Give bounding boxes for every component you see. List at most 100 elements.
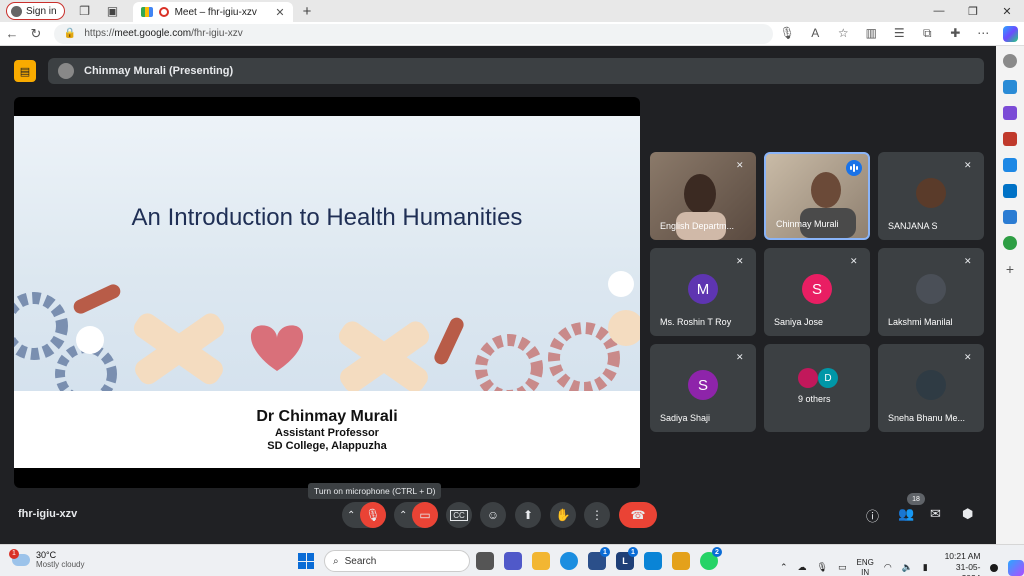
- favorites-icon[interactable]: ☰: [885, 26, 913, 41]
- others-tile[interactable]: D 9 others: [764, 344, 870, 432]
- onedrive-icon[interactable]: ☁: [798, 562, 807, 573]
- participant-name: Ms. Roshin T Roy: [660, 317, 732, 327]
- volume-icon[interactable]: 🔈: [902, 562, 913, 573]
- outlook-icon[interactable]: [1003, 184, 1017, 198]
- close-tab-icon[interactable]: ✕: [275, 6, 284, 19]
- mic-off-icon: ✕: [736, 352, 744, 362]
- taskbar-search[interactable]: ⌕ Search: [324, 550, 470, 572]
- cloud-icon: 1: [9, 548, 30, 566]
- participant-tile[interactable]: ✕ Lakshmi Manilal: [878, 248, 984, 336]
- participant-avatar: S: [802, 274, 832, 304]
- mic-tray-icon[interactable]: 🎙: [817, 562, 828, 573]
- browser-tab-meet[interactable]: Meet – fhr-igiu-xzv ✕: [132, 2, 293, 22]
- reactions-button[interactable]: ☺: [480, 502, 506, 528]
- read-aloud-icon[interactable]: A: [801, 26, 829, 41]
- extensions-icon[interactable]: ✚: [941, 26, 969, 41]
- participant-tile[interactable]: S ✕ Saniya Jose: [764, 248, 870, 336]
- refresh-icon[interactable]: ↻: [24, 26, 48, 42]
- windows-start-icon[interactable]: [298, 553, 314, 569]
- participant-tile-active[interactable]: Chinmay Murali: [764, 152, 870, 240]
- security-icon[interactable]: [672, 552, 690, 570]
- edge-icon[interactable]: [560, 552, 578, 570]
- captions-button[interactable]: CC: [446, 502, 472, 528]
- participant-tile[interactable]: ✕ English Departm...: [650, 152, 756, 240]
- sign-in-button[interactable]: Sign in: [6, 2, 65, 20]
- search-icon[interactable]: [1003, 54, 1017, 68]
- copilot-taskbar-icon[interactable]: [1008, 559, 1024, 576]
- captions-icon: CC: [450, 509, 468, 521]
- participant-tile[interactable]: ✕ Sneha Bhanu Me...: [878, 344, 984, 432]
- info-icon[interactable]: ⓘ: [866, 506, 879, 525]
- meet-logo-icon: [140, 7, 153, 17]
- task-view-icon[interactable]: [476, 552, 494, 570]
- word-icon[interactable]: [1003, 210, 1017, 224]
- split-screen-icon[interactable]: ▥: [857, 26, 885, 41]
- chevron-up-icon[interactable]: ⌃: [780, 562, 788, 573]
- mic-off-icon: ✕: [736, 160, 744, 170]
- camera-off-button[interactable]: ▭: [412, 502, 438, 528]
- toolbox-icon[interactable]: [1003, 132, 1017, 146]
- clock[interactable]: 10:21 AM 31-05-2024: [938, 551, 981, 576]
- more-menu-icon[interactable]: ⋯: [969, 26, 997, 41]
- participant-tile[interactable]: ✕ SANJANA S: [878, 152, 984, 240]
- more-vertical-icon: ⋮: [591, 508, 603, 522]
- battery-level-icon[interactable]: ▮: [923, 562, 928, 573]
- whatsapp-icon[interactable]: 2: [700, 547, 722, 570]
- teams-icon[interactable]: [504, 552, 522, 570]
- shopping-icon[interactable]: [1003, 80, 1017, 94]
- presenter-bar: Chinmay Murali (Presenting): [48, 58, 984, 84]
- app-icon[interactable]: 1: [588, 547, 610, 570]
- chevron-up-icon[interactable]: ⌃: [399, 510, 407, 521]
- collections-icon[interactable]: ⧉: [913, 26, 941, 41]
- tools-icon[interactable]: [1003, 106, 1017, 120]
- copilot-icon[interactable]: [1003, 25, 1018, 42]
- tab-actions-icon[interactable]: ▣: [105, 3, 121, 19]
- url-host: meet.google.com: [114, 28, 192, 39]
- people-icon[interactable]: 👥: [898, 506, 914, 522]
- window-controls: — ❐ ✕: [922, 0, 1024, 22]
- minimize-icon[interactable]: —: [922, 0, 956, 22]
- language-indicator[interactable]: ENG IN: [857, 558, 874, 576]
- mic-tooltip: Turn on microphone (CTRL + D): [308, 483, 442, 499]
- lang-region: IN: [861, 567, 870, 576]
- more-options-button[interactable]: ⋮: [584, 502, 610, 528]
- whatsapp-badge: 2: [712, 547, 722, 557]
- weather-widget[interactable]: 1 30°C Mostly cloudy: [9, 548, 84, 569]
- mic-permission-icon[interactable]: 🎙: [773, 26, 801, 41]
- notification-icon[interactable]: [990, 563, 999, 572]
- add-sidebar-icon[interactable]: +: [1003, 262, 1017, 276]
- workspaces-icon[interactable]: ❐: [77, 3, 93, 19]
- wifi-icon[interactable]: ◠: [884, 562, 892, 573]
- chat-icon[interactable]: ✉: [930, 506, 941, 522]
- l-app-icon[interactable]: L1: [616, 547, 638, 570]
- chevron-up-icon[interactable]: ⌃: [347, 510, 355, 521]
- restore-icon[interactable]: ❐: [956, 0, 990, 22]
- participant-tile[interactable]: M ✕ Ms. Roshin T Roy: [650, 248, 756, 336]
- new-tab-icon[interactable]: +: [303, 3, 312, 20]
- slide: An Introduction to Health Humanities Dr …: [14, 116, 640, 468]
- leave-call-button[interactable]: ☎: [619, 502, 657, 528]
- url-text: https://meet.google.com/fhr-igiu-xzv: [84, 28, 242, 39]
- present-button[interactable]: ⬆: [515, 502, 541, 528]
- favorite-star-icon[interactable]: ☆: [829, 26, 857, 41]
- participant-avatar: S: [688, 370, 718, 400]
- url-field[interactable]: 🔒 https://meet.google.com/fhr-igiu-xzv: [53, 23, 774, 44]
- file-explorer-icon[interactable]: [532, 552, 550, 570]
- battery-icon[interactable]: ▭: [838, 562, 847, 573]
- presentation-icon[interactable]: ▤: [14, 60, 36, 82]
- back-icon[interactable]: ←: [0, 26, 24, 41]
- game-icon[interactable]: [1003, 236, 1017, 250]
- participant-avatar: [916, 274, 946, 304]
- participant-tile[interactable]: S ✕ Sadiya Shaji: [650, 344, 756, 432]
- meet-window: ▤ Chinmay Murali (Presenting) An Introdu…: [0, 46, 996, 544]
- browser-tab-bar: Sign in ❐ ▣ Meet – fhr-igiu-xzv ✕ + — ❐ …: [0, 0, 1024, 22]
- outlook-icon[interactable]: [644, 552, 662, 570]
- m365-icon[interactable]: [1003, 158, 1017, 172]
- activities-icon[interactable]: ⬢: [962, 506, 973, 522]
- presentation-stage: An Introduction to Health Humanities Dr …: [14, 97, 640, 488]
- slide-author-block: Dr Chinmay Murali Assistant Professor SD…: [14, 408, 640, 452]
- slide-title: An Introduction to Health Humanities: [131, 204, 523, 231]
- mic-off-button[interactable]: 🎙: [360, 502, 386, 528]
- raise-hand-button[interactable]: ✋: [550, 502, 576, 528]
- close-window-icon[interactable]: ✕: [990, 0, 1024, 22]
